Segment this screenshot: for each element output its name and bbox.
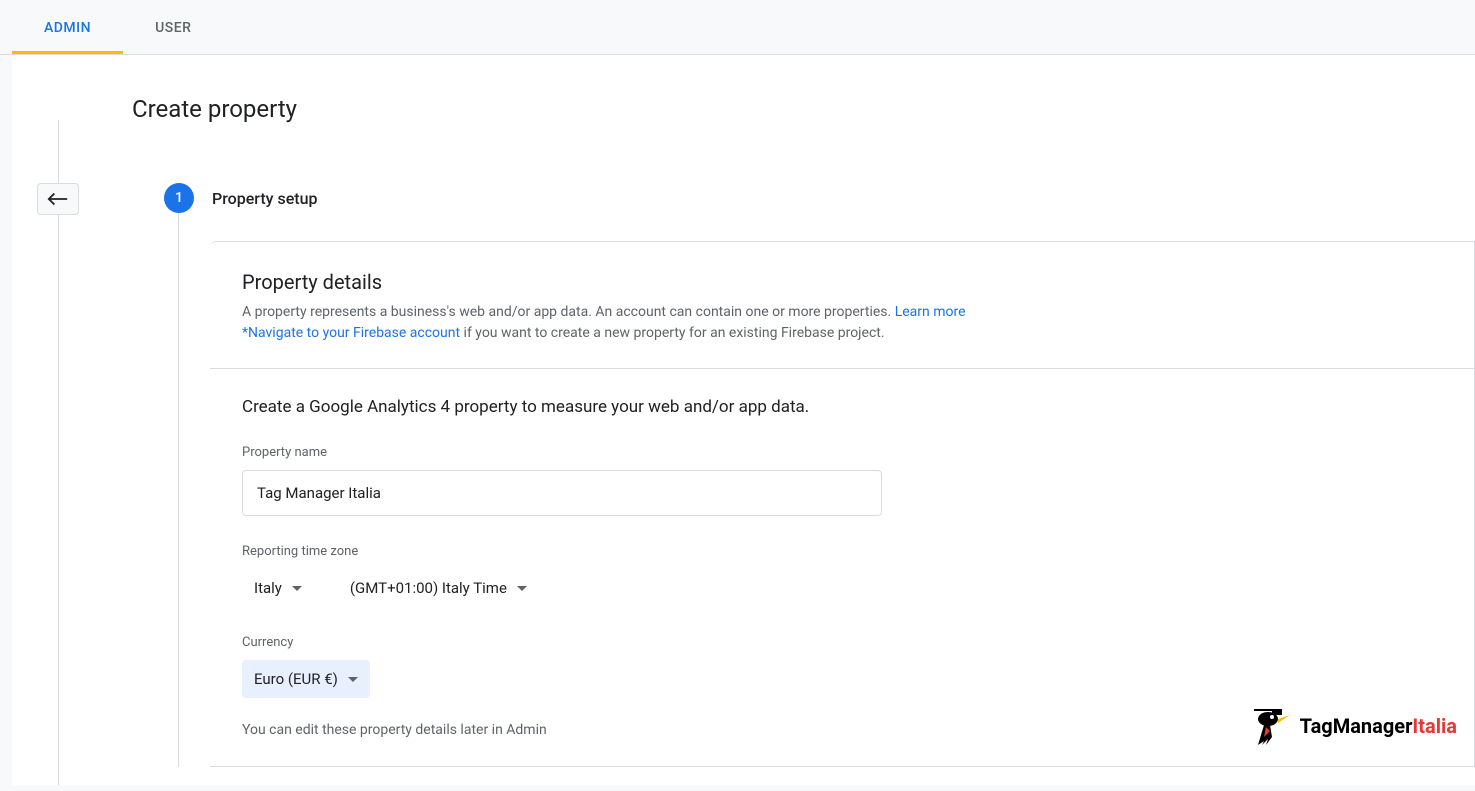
property-name-field: Property name	[242, 445, 1442, 516]
chevron-down-icon	[292, 586, 302, 591]
property-name-label: Property name	[242, 445, 1442, 460]
top-tabs: ADMIN USER	[0, 0, 1475, 55]
learn-more-link[interactable]: Learn more	[895, 304, 966, 320]
timezone-label: Reporting time zone	[242, 544, 1442, 559]
currency-dropdown[interactable]: Euro (EUR €)	[242, 660, 370, 698]
currency-field: Currency Euro (EUR €)	[242, 635, 1442, 698]
content-wrapper: Create property 1 Property setup Propert…	[12, 55, 1475, 785]
back-arrow-icon	[47, 191, 69, 207]
firebase-link[interactable]: *Navigate to your Firebase account	[242, 325, 460, 341]
property-details-desc-text: A property represents a business's web a…	[242, 304, 895, 320]
step-title: Property setup	[212, 189, 318, 208]
form-intro: Create a Google Analytics 4 property to …	[242, 397, 1442, 417]
firebase-note: *Navigate to your Firebase account if yo…	[242, 323, 1442, 344]
chevron-down-icon	[517, 586, 527, 591]
property-name-input[interactable]	[242, 470, 882, 516]
timezone-country-value: Italy	[254, 579, 282, 597]
back-button[interactable]	[37, 183, 79, 215]
step-number-badge: 1	[164, 183, 194, 213]
currency-value: Euro (EUR €)	[254, 670, 338, 688]
helper-text: You can edit these property details late…	[242, 722, 1442, 738]
property-details-description: A property represents a business's web a…	[242, 302, 1442, 323]
step-header: 1 Property setup	[164, 183, 1475, 213]
property-details-heading: Property details	[242, 270, 1442, 294]
currency-label: Currency	[242, 635, 1442, 650]
stepper-line	[58, 120, 59, 785]
property-form-card: Create a Google Analytics 4 property to …	[210, 369, 1475, 767]
timezone-value-dropdown[interactable]: (GMT+01:00) Italy Time	[338, 569, 539, 607]
tab-user[interactable]: USER	[123, 0, 223, 54]
tab-admin[interactable]: ADMIN	[12, 0, 123, 54]
chevron-down-icon	[348, 677, 358, 682]
page-title: Create property	[12, 55, 1475, 123]
step-section: 1 Property setup Property details A prop…	[132, 183, 1475, 767]
timezone-value: (GMT+01:00) Italy Time	[350, 579, 507, 597]
timezone-field: Reporting time zone Italy (GMT+01:00) It…	[242, 544, 1442, 607]
firebase-suffix: if you want to create a new property for…	[460, 325, 884, 341]
step-line-inner	[178, 213, 179, 767]
property-details-card-header: Property details A property represents a…	[210, 241, 1475, 369]
timezone-row: Italy (GMT+01:00) Italy Time	[242, 569, 1442, 607]
timezone-country-dropdown[interactable]: Italy	[242, 569, 314, 607]
step-content: Property details A property represents a…	[210, 241, 1475, 767]
